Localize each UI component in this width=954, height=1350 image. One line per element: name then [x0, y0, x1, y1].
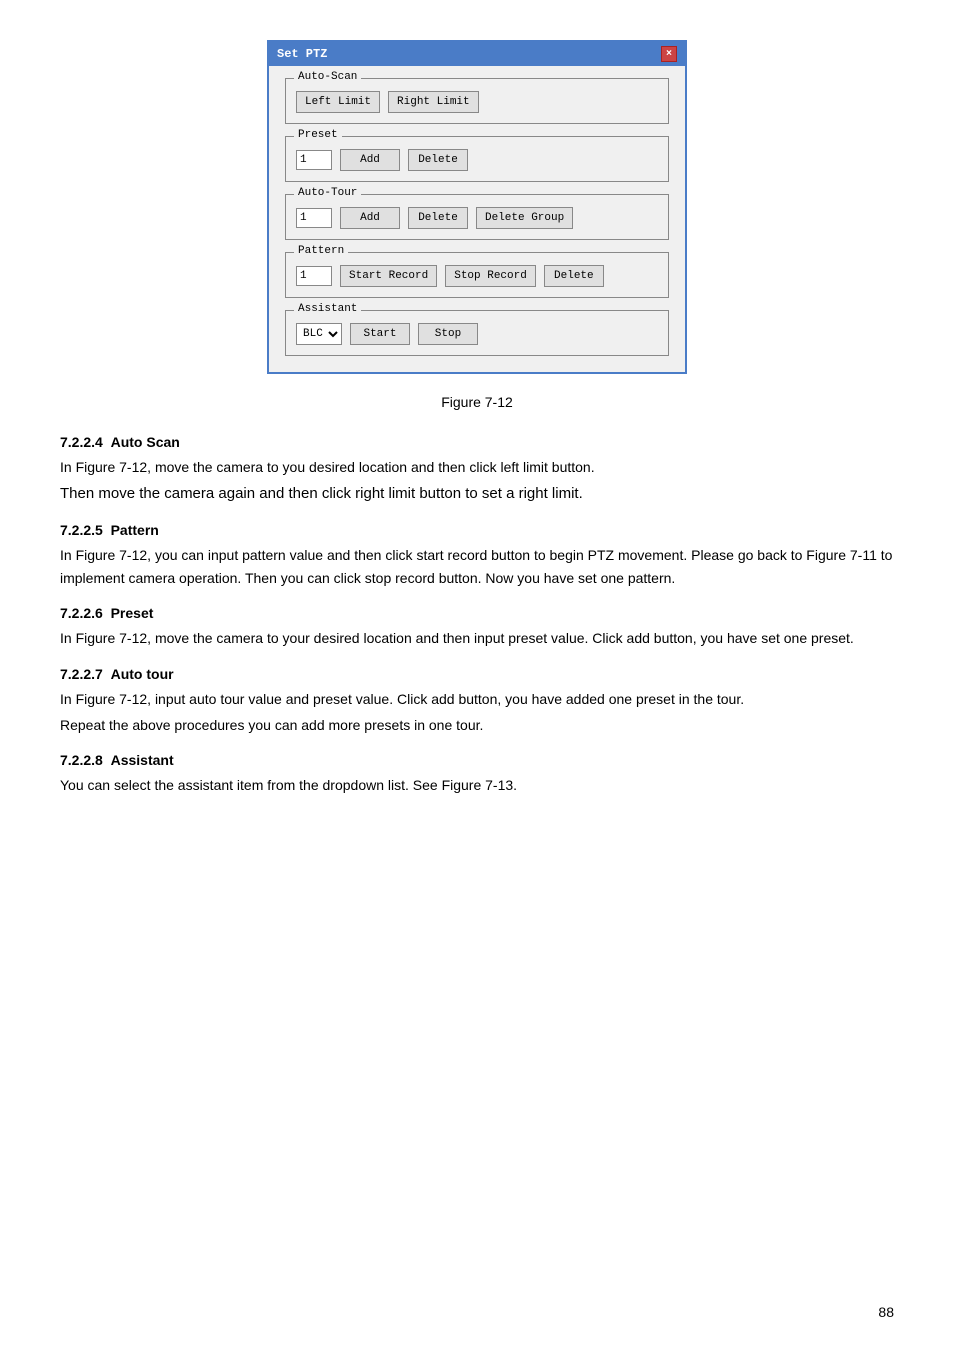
auto-tour-input[interactable]	[296, 208, 332, 228]
preset-legend: Preset	[294, 129, 342, 141]
preset-section: Preset Add Delete	[285, 136, 669, 182]
section-auto-tour: 7.2.2.7 Auto tour In Figure 7-12, input …	[60, 666, 894, 737]
assistant-section: Assistant BLC Start Stop	[285, 310, 669, 356]
stop-record-button[interactable]: Stop Record	[445, 265, 536, 287]
heading-assistant: 7.2.2.8 Assistant	[60, 752, 894, 768]
heading-auto-tour: 7.2.2.7 Auto tour	[60, 666, 894, 682]
text-pattern-1: In Figure 7-12, you can input pattern va…	[60, 544, 894, 589]
pattern-delete-button[interactable]: Delete	[544, 265, 604, 287]
auto-scan-row: Left Limit Right Limit	[296, 91, 658, 113]
auto-tour-delete-group-button[interactable]: Delete Group	[476, 207, 573, 229]
text-auto-tour-2: Repeat the above procedures you can add …	[60, 714, 894, 736]
text-auto-tour-1: In Figure 7-12, input auto tour value an…	[60, 688, 894, 710]
left-limit-button[interactable]: Left Limit	[296, 91, 380, 113]
dialog-container: Set PTZ × Auto-Scan Left Limit Right Lim…	[60, 40, 894, 374]
auto-tour-delete-button[interactable]: Delete	[408, 207, 468, 229]
set-ptz-dialog: Set PTZ × Auto-Scan Left Limit Right Lim…	[267, 40, 687, 374]
preset-add-button[interactable]: Add	[340, 149, 400, 171]
preset-input[interactable]	[296, 150, 332, 170]
dialog-title: Set PTZ	[277, 47, 327, 61]
pattern-row: Start Record Stop Record Delete	[296, 265, 658, 287]
assistant-stop-button[interactable]: Stop	[418, 323, 478, 345]
preset-row: Add Delete	[296, 149, 658, 171]
auto-scan-legend: Auto-Scan	[294, 71, 361, 83]
pattern-legend: Pattern	[294, 245, 348, 257]
text-auto-scan-2: Then move the camera again and then clic…	[60, 482, 894, 506]
dialog-body: Auto-Scan Left Limit Right Limit Preset …	[269, 66, 685, 372]
assistant-legend: Assistant	[294, 303, 361, 315]
heading-auto-scan: 7.2.2.4 Auto Scan	[60, 434, 894, 450]
figure-caption: Figure 7-12	[60, 394, 894, 410]
text-preset-1: In Figure 7-12, move the camera to your …	[60, 627, 894, 649]
section-auto-scan: 7.2.2.4 Auto Scan In Figure 7-12, move t…	[60, 434, 894, 506]
auto-tour-add-button[interactable]: Add	[340, 207, 400, 229]
dialog-titlebar: Set PTZ ×	[269, 42, 685, 66]
auto-tour-section: Auto-Tour Add Delete Delete Group	[285, 194, 669, 240]
page-number: 88	[878, 1304, 894, 1320]
section-assistant: 7.2.2.8 Assistant You can select the ass…	[60, 752, 894, 796]
text-auto-scan-1: In Figure 7-12, move the camera to you d…	[60, 456, 894, 478]
heading-preset: 7.2.2.6 Preset	[60, 605, 894, 621]
auto-scan-section: Auto-Scan Left Limit Right Limit	[285, 78, 669, 124]
close-button[interactable]: ×	[661, 46, 677, 62]
heading-pattern: 7.2.2.5 Pattern	[60, 522, 894, 538]
preset-delete-button[interactable]: Delete	[408, 149, 468, 171]
assistant-select[interactable]: BLC	[296, 323, 342, 345]
assistant-row: BLC Start Stop	[296, 323, 658, 345]
text-assistant-1: You can select the assistant item from t…	[60, 774, 894, 796]
start-record-button[interactable]: Start Record	[340, 265, 437, 287]
pattern-input[interactable]	[296, 266, 332, 286]
auto-tour-row: Add Delete Delete Group	[296, 207, 658, 229]
auto-tour-legend: Auto-Tour	[294, 187, 361, 199]
section-preset: 7.2.2.6 Preset In Figure 7-12, move the …	[60, 605, 894, 649]
section-pattern: 7.2.2.5 Pattern In Figure 7-12, you can …	[60, 522, 894, 589]
right-limit-button[interactable]: Right Limit	[388, 91, 479, 113]
assistant-start-button[interactable]: Start	[350, 323, 410, 345]
pattern-section: Pattern Start Record Stop Record Delete	[285, 252, 669, 298]
